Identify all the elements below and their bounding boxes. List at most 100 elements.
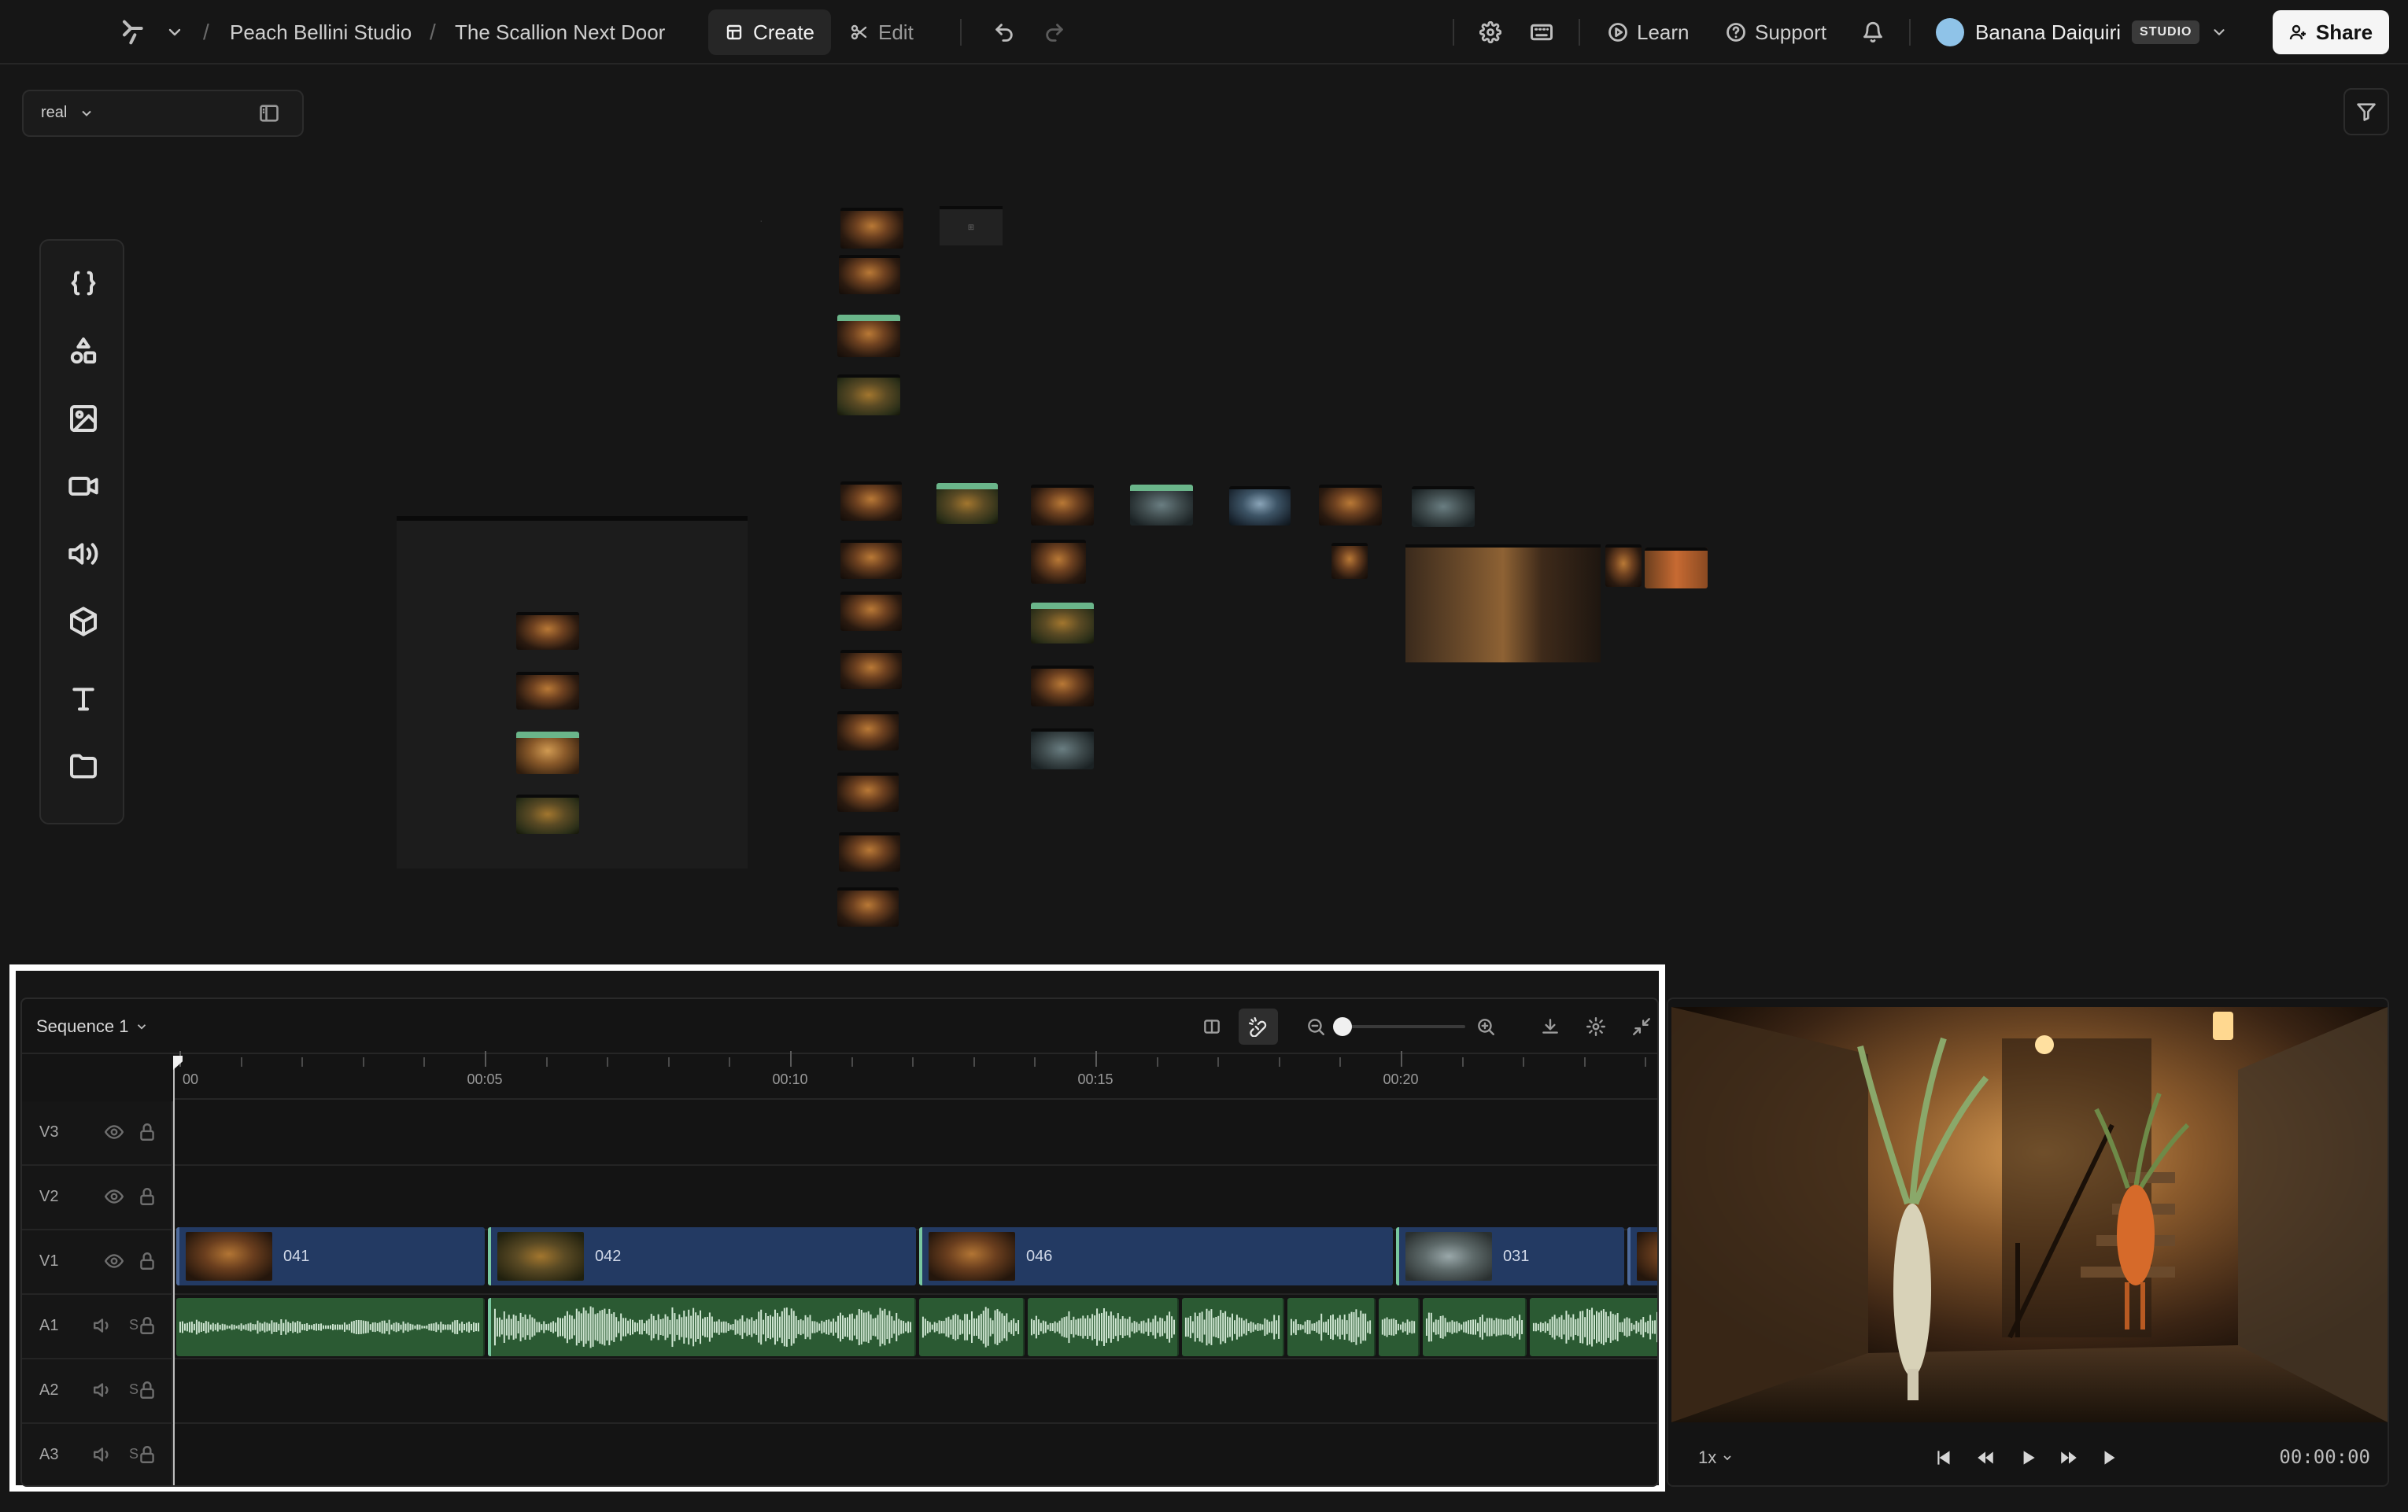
eye-icon[interactable] xyxy=(104,1186,126,1208)
image-node[interactable] xyxy=(1130,485,1193,526)
image-node[interactable] xyxy=(837,711,899,750)
image-node[interactable] xyxy=(1031,603,1094,644)
video-clip[interactable]: 046 xyxy=(919,1227,1393,1285)
empty-node[interactable]: ⊞ xyxy=(940,206,1003,245)
image-node[interactable] xyxy=(1645,548,1708,588)
text-tool[interactable] xyxy=(63,678,104,719)
sequence-select[interactable]: Sequence 1 xyxy=(36,999,149,1054)
zoom-slider-track[interactable] xyxy=(1344,1025,1465,1028)
image-node[interactable] xyxy=(840,650,902,689)
snap-toggle-button[interactable] xyxy=(1239,1009,1278,1045)
group-frame[interactable] xyxy=(397,516,748,868)
image-node[interactable] xyxy=(840,481,902,521)
view-select[interactable]: real xyxy=(22,90,304,137)
image-node[interactable] xyxy=(516,732,579,774)
track-lane-a2[interactable] xyxy=(175,1359,1657,1424)
image-node[interactable] xyxy=(1605,544,1642,587)
audio-clip[interactable] xyxy=(1423,1298,1527,1356)
zoom-slider-handle[interactable] xyxy=(1333,1017,1352,1036)
image-node[interactable] xyxy=(1331,543,1368,579)
user-menu[interactable]: Banana Daiquiri STUDIO xyxy=(1936,0,2228,65)
lock-icon[interactable] xyxy=(137,1251,159,1273)
track-lane-a3[interactable] xyxy=(175,1424,1657,1485)
bell-icon[interactable] xyxy=(1862,0,1884,65)
playback-speed-select[interactable]: 1x xyxy=(1698,1447,1734,1468)
skip-to-start-button[interactable] xyxy=(1933,1446,1956,1470)
zoom-out-button[interactable] xyxy=(1302,1012,1330,1041)
image-node[interactable] xyxy=(516,795,579,834)
image-node[interactable] xyxy=(840,592,902,631)
speaker-icon[interactable] xyxy=(93,1315,115,1337)
create-mode-button[interactable]: Create xyxy=(708,9,831,55)
speaker-icon[interactable] xyxy=(93,1444,115,1466)
audio-clip[interactable] xyxy=(488,1298,916,1356)
lock-icon[interactable] xyxy=(137,1380,159,1402)
audio-clip[interactable] xyxy=(1182,1298,1284,1356)
image-node[interactable] xyxy=(936,483,998,524)
redo-icon[interactable] xyxy=(1043,0,1066,65)
eye-icon[interactable] xyxy=(104,1122,126,1144)
share-button[interactable]: Share xyxy=(2273,10,2389,54)
image-node[interactable] xyxy=(1412,486,1475,527)
image-node[interactable] xyxy=(837,773,899,812)
image-node[interactable] xyxy=(840,208,903,249)
time-ruler[interactable]: 00 00:05 00:10 00:15 00:20 xyxy=(173,1051,1657,1100)
chevron-down-icon[interactable] xyxy=(165,0,184,65)
image-node[interactable] xyxy=(1031,666,1094,706)
lock-icon[interactable] xyxy=(137,1444,159,1466)
video-tool[interactable] xyxy=(63,466,104,507)
zoom-in-button[interactable] xyxy=(1472,1012,1500,1041)
logo-icon[interactable] xyxy=(116,0,148,65)
image-node[interactable] xyxy=(837,315,900,357)
lock-icon[interactable] xyxy=(137,1186,159,1208)
image-node[interactable] xyxy=(837,374,900,415)
image-node[interactable] xyxy=(1229,486,1291,526)
image-node[interactable] xyxy=(837,887,899,927)
collapse-timeline-button[interactable] xyxy=(1627,1012,1656,1041)
video-clip[interactable]: 031 xyxy=(1396,1227,1624,1285)
audio-clip[interactable] xyxy=(919,1298,1025,1356)
image-node[interactable] xyxy=(516,612,579,650)
track-lane-v3[interactable] xyxy=(175,1101,1657,1166)
support-button[interactable]: Support xyxy=(1725,0,1826,65)
lock-icon[interactable] xyxy=(137,1122,159,1144)
speaker-icon[interactable] xyxy=(93,1380,115,1402)
3d-tool[interactable] xyxy=(63,601,104,642)
image-node[interactable] xyxy=(516,672,579,710)
sidebar-toggle-icon[interactable] xyxy=(258,102,280,124)
play-button[interactable] xyxy=(2016,1446,2040,1470)
learn-button[interactable]: Learn xyxy=(1607,0,1690,65)
track-lane-v2[interactable] xyxy=(175,1166,1657,1230)
settings-gear-icon[interactable] xyxy=(1479,0,1501,65)
filter-button[interactable] xyxy=(2343,88,2389,135)
image-node[interactable] xyxy=(1031,540,1086,584)
edit-mode-button[interactable]: Edit xyxy=(850,0,914,65)
skip-to-end-button[interactable] xyxy=(2098,1446,2122,1470)
undo-icon[interactable] xyxy=(993,0,1015,65)
audio-clip[interactable] xyxy=(1530,1298,1657,1356)
folder-tool[interactable] xyxy=(63,746,104,787)
image-node[interactable] xyxy=(1031,485,1094,526)
breadcrumb-project[interactable]: The Scallion Next Door xyxy=(455,0,665,65)
audio-clip[interactable] xyxy=(1287,1298,1376,1356)
fast-forward-button[interactable] xyxy=(2057,1446,2081,1470)
audio-clip[interactable] xyxy=(1028,1298,1179,1356)
eye-icon[interactable] xyxy=(104,1251,126,1273)
audio-tool[interactable] xyxy=(63,533,104,574)
lock-icon[interactable] xyxy=(137,1315,159,1337)
image-node[interactable] xyxy=(839,255,900,294)
audio-clip[interactable] xyxy=(176,1298,485,1356)
image-node[interactable] xyxy=(1031,728,1094,769)
image-node[interactable] xyxy=(840,540,902,579)
code-tool[interactable] xyxy=(63,263,104,304)
keyboard-icon[interactable] xyxy=(1530,0,1553,65)
image-node[interactable] xyxy=(1319,485,1382,526)
rewind-button[interactable] xyxy=(1974,1446,1997,1470)
split-view-button[interactable] xyxy=(1198,1012,1226,1041)
video-clip[interactable]: 041 xyxy=(176,1227,485,1285)
shapes-tool[interactable] xyxy=(63,330,104,371)
video-clip[interactable]: 042 xyxy=(488,1227,916,1285)
audio-clip[interactable] xyxy=(1379,1298,1420,1356)
breadcrumb-workspace[interactable]: Peach Bellini Studio xyxy=(230,0,412,65)
image-node[interactable] xyxy=(839,832,900,872)
